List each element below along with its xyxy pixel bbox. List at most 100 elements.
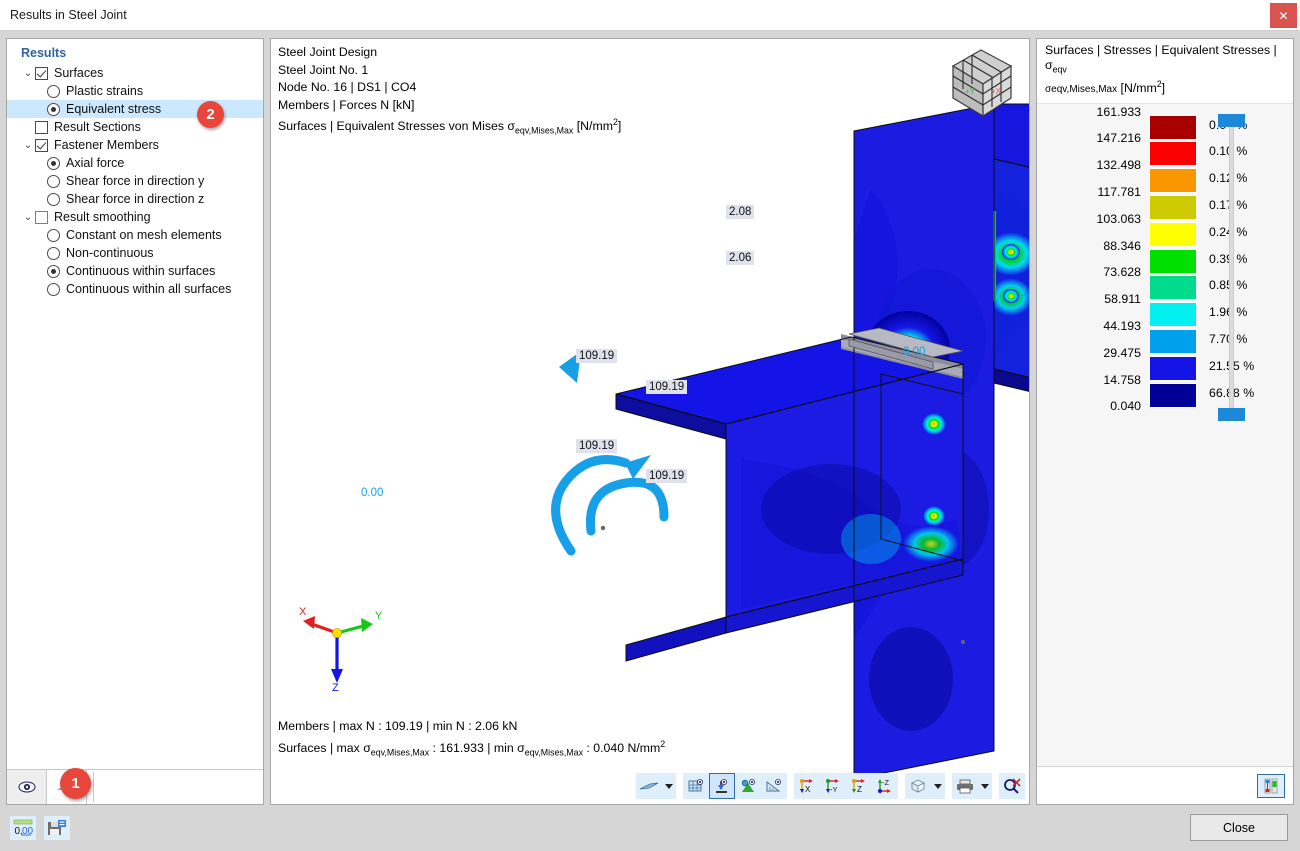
moment-value-label: 0.00 <box>903 346 925 358</box>
svg-text:-Z: -Z <box>882 778 889 787</box>
view-iso-button[interactable]: -Z <box>872 773 898 799</box>
legend-boundary-value: 0.040 <box>1061 399 1141 413</box>
legend-color-swatch <box>1149 222 1197 247</box>
legend-title: Surfaces | Stresses | Equivalent Stresse… <box>1037 39 1293 104</box>
mesh-button[interactable] <box>683 773 709 799</box>
legend-color-swatch <box>1149 383 1197 408</box>
result-value-label: 2.06 <box>726 251 754 265</box>
filter-input[interactable] <box>93 772 261 802</box>
header-line-5: Surfaces | Equivalent Stresses von Mises… <box>278 114 621 140</box>
box-icon <box>908 778 928 794</box>
radio-button[interactable] <box>47 265 60 278</box>
tree-node-shear-force-in-direction-y[interactable]: Shear force in direction y <box>7 172 263 190</box>
legend-title-line-2: σeqv,Mises,Max [N/mm2] <box>1045 77 1287 97</box>
navigation-cube[interactable]: +Y +X <box>939 44 1021 127</box>
chevron-down-icon <box>981 784 989 789</box>
legend-settings-button[interactable] <box>1257 774 1285 798</box>
tree-node-label: Shear force in direction y <box>66 174 204 188</box>
radio-button[interactable] <box>47 157 60 170</box>
legend-title-line-1: Surfaces | Stresses | Equivalent Stresse… <box>1045 43 1287 77</box>
axis-label-x: X <box>299 606 307 618</box>
tree-node-non-continuous[interactable]: Non-continuous <box>7 244 263 262</box>
tree-node-plastic-strains[interactable]: Plastic strains <box>7 82 263 100</box>
print-button[interactable] <box>952 773 978 799</box>
radio-button[interactable] <box>47 229 60 242</box>
legend-slider-handle-top[interactable] <box>1218 114 1245 127</box>
legend-slider-track[interactable] <box>1229 122 1234 413</box>
tree-node-constant-on-mesh-elements[interactable]: Constant on mesh elements <box>7 226 263 244</box>
radio-button[interactable] <box>47 103 60 116</box>
tree-node-label: Surfaces <box>54 66 103 80</box>
viewport-header-text: Steel Joint Design Steel Joint No. 1 Nod… <box>278 44 621 140</box>
legend-color-swatch <box>1149 356 1197 381</box>
print-dropdown[interactable] <box>978 773 992 799</box>
view-z-icon: Z <box>849 778 869 794</box>
legend-boundary-value: 73.628 <box>1061 265 1141 279</box>
footer-line-1: Members | max N : 109.19 | min N : 2.06 … <box>278 718 665 736</box>
checkbox[interactable] <box>35 139 48 152</box>
svg-text:-Y: -Y <box>830 785 838 794</box>
chevron-down-icon[interactable]: ⌄ <box>21 140 35 151</box>
legend-panel: Surfaces | Stresses | Equivalent Stresse… <box>1036 38 1294 805</box>
legend-color-swatch <box>1149 168 1197 193</box>
legend-settings-icon <box>1261 778 1281 794</box>
tree-node-label: Non-continuous <box>66 246 154 260</box>
tree-node-equivalent-stress[interactable]: Equivalent stress <box>7 100 263 118</box>
header-line-1: Steel Joint Design <box>278 44 621 62</box>
box-view-button[interactable] <box>905 773 931 799</box>
tree-bottom-toolbar <box>7 769 263 804</box>
view-y-button[interactable]: -Y <box>820 773 846 799</box>
legend-boundary-value: 88.346 <box>1061 239 1141 253</box>
window-close-button[interactable]: ✕ <box>1270 3 1297 28</box>
legend-boundary-value: 103.063 <box>1061 212 1141 226</box>
tree-node-continuous-within-all-surfaces[interactable]: Continuous within all surfaces <box>7 280 263 298</box>
tree-node-result-sections[interactable]: Result Sections <box>7 118 263 136</box>
dialog-footer: 0, 00 Close <box>0 805 1300 851</box>
chevron-down-icon[interactable]: ⌄ <box>21 68 35 79</box>
radio-button[interactable] <box>47 247 60 260</box>
legend-boundary-value: 147.216 <box>1061 131 1141 145</box>
legend-color-swatch <box>1149 115 1197 140</box>
legend-slider-handle-bottom[interactable] <box>1218 408 1245 421</box>
checkbox[interactable] <box>35 211 48 224</box>
tree-node-surfaces[interactable]: ⌄ Surfaces <box>7 64 263 82</box>
visibility-toggle-button[interactable] <box>7 770 47 804</box>
legend-boundary-value: 117.781 <box>1061 185 1141 199</box>
measure-button[interactable] <box>761 773 787 799</box>
tree-node-result-smoothing[interactable]: ⌄Result smoothing <box>7 208 263 226</box>
view-z-button[interactable]: Z <box>846 773 872 799</box>
checkbox[interactable] <box>35 67 48 80</box>
ruler-icon <box>765 778 783 794</box>
tree-node-continuous-within-surfaces[interactable]: Continuous within surfaces <box>7 262 263 280</box>
decimal-places-button[interactable]: 0, 00 <box>10 816 36 840</box>
axis-label-y: Y <box>375 610 383 622</box>
tree-node-shear-force-in-direction-z[interactable]: Shear force in direction z <box>7 190 263 208</box>
3d-viewport[interactable]: Steel Joint Design Steel Joint No. 1 Nod… <box>270 38 1030 805</box>
results-tree-panel: Results ⌄SurfacesPlastic strainsEquivale… <box>6 38 264 805</box>
result-surface-icon <box>713 778 731 794</box>
legend-color-swatch <box>1149 195 1197 220</box>
tree-node-fastener-members[interactable]: ⌄Fastener Members <box>7 136 263 154</box>
result-display-button[interactable] <box>709 773 735 799</box>
render-mode-button[interactable] <box>636 773 662 799</box>
result-value-label: 109.19 <box>576 349 617 363</box>
tree-node-label: Axial force <box>66 156 124 170</box>
light-button[interactable] <box>735 773 761 799</box>
radio-button[interactable] <box>47 85 60 98</box>
checkbox[interactable] <box>35 121 48 134</box>
save-settings-button[interactable] <box>44 816 70 840</box>
tree-node-axial-force[interactable]: Axial force <box>7 154 263 172</box>
chevron-down-icon[interactable]: ⌄ <box>21 212 35 223</box>
render-mode-dropdown[interactable] <box>662 773 676 799</box>
radio-button[interactable] <box>47 283 60 296</box>
view-x-button[interactable]: X <box>794 773 820 799</box>
radio-button[interactable] <box>47 193 60 206</box>
zoom-reset-button[interactable] <box>999 773 1025 799</box>
box-view-dropdown[interactable] <box>931 773 945 799</box>
mesh-grid-icon <box>687 778 705 794</box>
radio-button[interactable] <box>47 175 60 188</box>
legend-color-swatch <box>1149 249 1197 274</box>
close-button[interactable]: Close <box>1190 814 1288 841</box>
legend-boundary-value: 132.498 <box>1061 158 1141 172</box>
view-negative-y-icon: -Y <box>823 778 843 794</box>
